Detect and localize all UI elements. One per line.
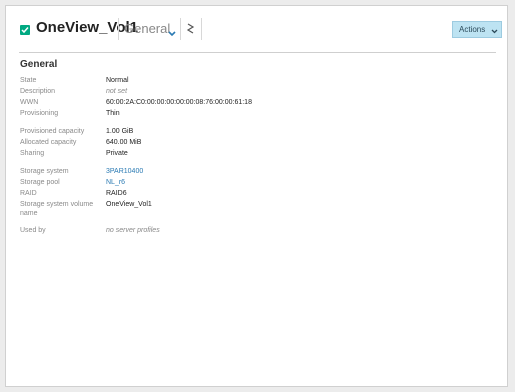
header-divider	[201, 18, 202, 40]
actions-label: Actions	[459, 25, 486, 34]
value-provisioning: Thin	[106, 110, 120, 117]
value-description: not set	[106, 88, 128, 95]
chevron-down-icon	[491, 27, 498, 36]
view-selector[interactable]: General	[124, 21, 176, 37]
status-ok-icon	[20, 25, 30, 35]
label-provisioned-capacity: Provisioned capacity	[20, 128, 85, 135]
label-provisioning: Provisioning	[20, 110, 59, 117]
value-provisioned-capacity: 1.00 GiB	[106, 128, 134, 135]
value-state: Normal	[106, 77, 129, 84]
label-sharing: Sharing	[20, 150, 45, 157]
chevron-down-icon	[168, 25, 176, 40]
link-storage-system[interactable]: 3PAR10400	[106, 167, 143, 176]
label-allocated-capacity: Allocated capacity	[20, 139, 77, 146]
label-wwn: WWN	[20, 99, 39, 106]
header-divider	[180, 18, 181, 40]
page-header: OneView_Vol1 General Actions	[6, 6, 507, 51]
value-raid: RAID6	[106, 190, 127, 197]
value-storage-system-volume-name: OneView_Vol1	[106, 201, 152, 208]
label-storage-pool: Storage pool	[20, 179, 60, 186]
page-title: OneView_Vol1	[36, 19, 138, 36]
link-storage-pool[interactable]: NL_r6	[106, 178, 125, 187]
label-storage-system-volume-name: Storage system volume name	[20, 201, 94, 217]
label-description: Description	[20, 88, 56, 95]
value-used-by: no server profiles	[106, 227, 160, 234]
section-title: General	[20, 59, 58, 70]
view-selector-label: General	[124, 21, 171, 36]
value-sharing: Private	[106, 150, 128, 157]
label-used-by: Used by	[20, 227, 46, 234]
label-storage-system: Storage system	[20, 168, 69, 175]
label-state: State	[20, 77, 37, 84]
header-divider-line	[19, 52, 496, 53]
volume-details-panel: OneView_Vol1 General Actions General Sta…	[5, 5, 508, 387]
label-raid: RAID	[20, 190, 37, 197]
actions-button[interactable]: Actions	[452, 21, 502, 38]
value-allocated-capacity: 640.00 MiB	[106, 139, 142, 146]
header-divider	[118, 18, 119, 40]
map-view-icon[interactable]	[186, 22, 196, 36]
value-wwn: 60:00:2A:C0:00:00:00:00:00:08:76:00:00:6…	[106, 99, 252, 106]
